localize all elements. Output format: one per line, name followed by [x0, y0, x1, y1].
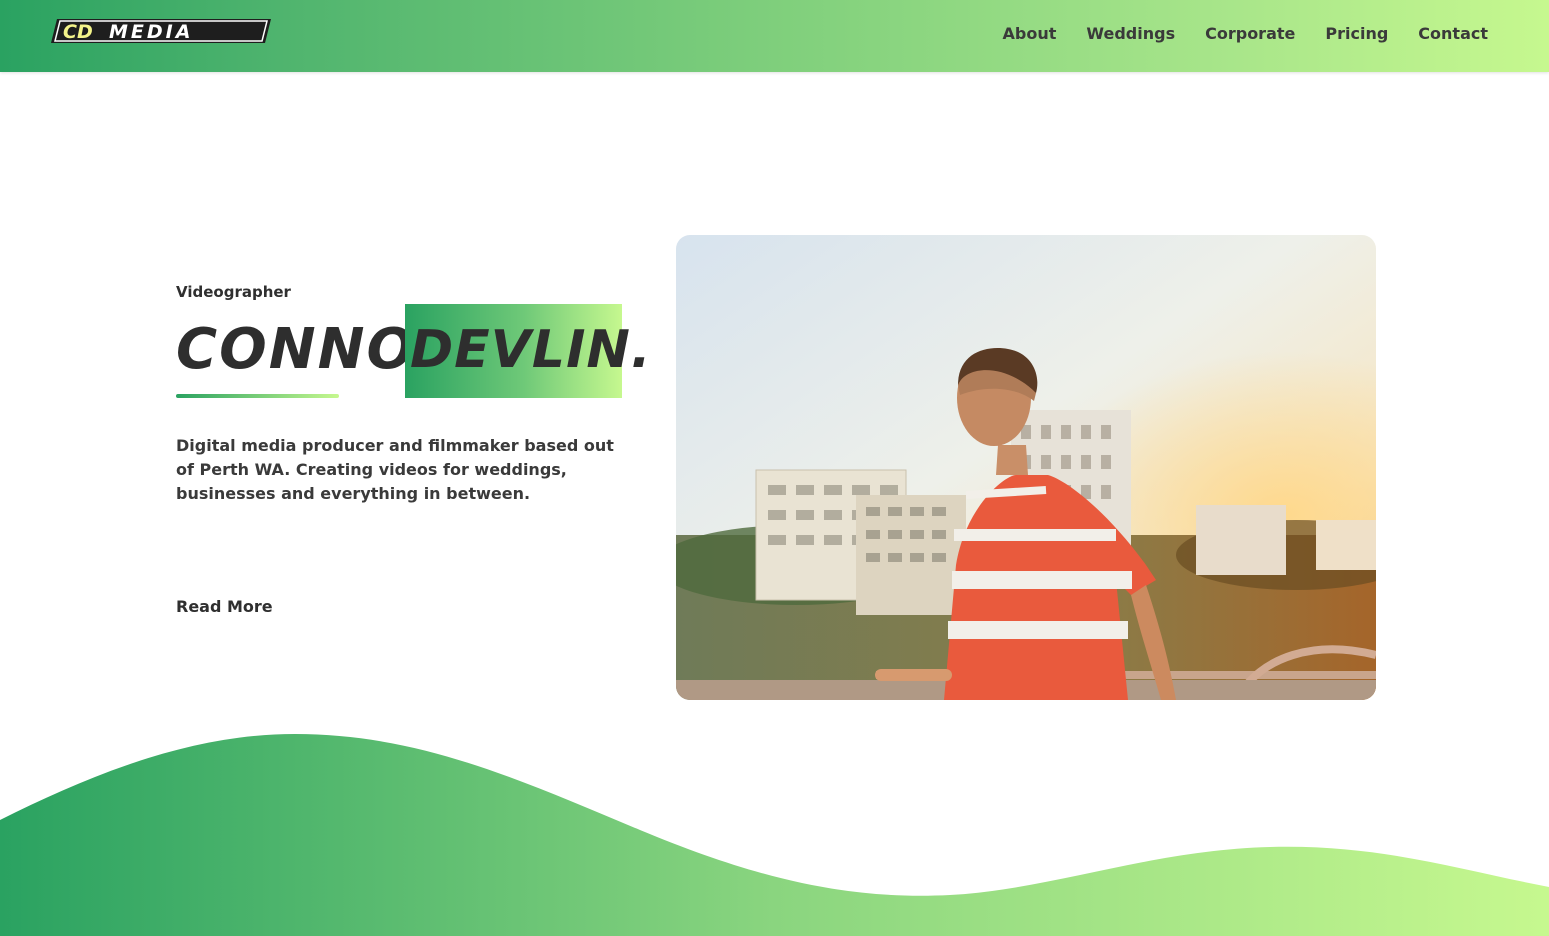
logo-cd-text: CD [63, 21, 93, 43]
cd-media-logo: CD MEDIA [51, 19, 271, 43]
title-underline [176, 394, 339, 398]
hero-title-last: DEVLIN. [410, 320, 652, 380]
hero-eyebrow: Videographer [176, 283, 291, 301]
hero-photo [676, 235, 1376, 700]
nav-pricing[interactable]: Pricing [1325, 24, 1388, 44]
nav-corporate[interactable]: Corporate [1205, 24, 1295, 44]
nav-contact[interactable]: Contact [1418, 24, 1488, 44]
nav-weddings[interactable]: Weddings [1086, 24, 1175, 44]
bottom-wave-decoration [0, 734, 1549, 936]
main-nav: About Weddings Corporate Pricing Contact [1003, 24, 1488, 44]
read-more-link[interactable]: Read More [176, 597, 273, 616]
logo-media-text: MEDIA [109, 21, 193, 43]
hero-description: Digital media producer and filmmaker bas… [176, 436, 614, 503]
person-on-rooftop-sunset-image [676, 235, 1376, 700]
site-header: CD MEDIA About Weddings Corporate Pricin… [0, 0, 1549, 72]
nav-about[interactable]: About [1003, 24, 1057, 44]
hero-title-highlight: DEVLIN. [405, 304, 651, 398]
